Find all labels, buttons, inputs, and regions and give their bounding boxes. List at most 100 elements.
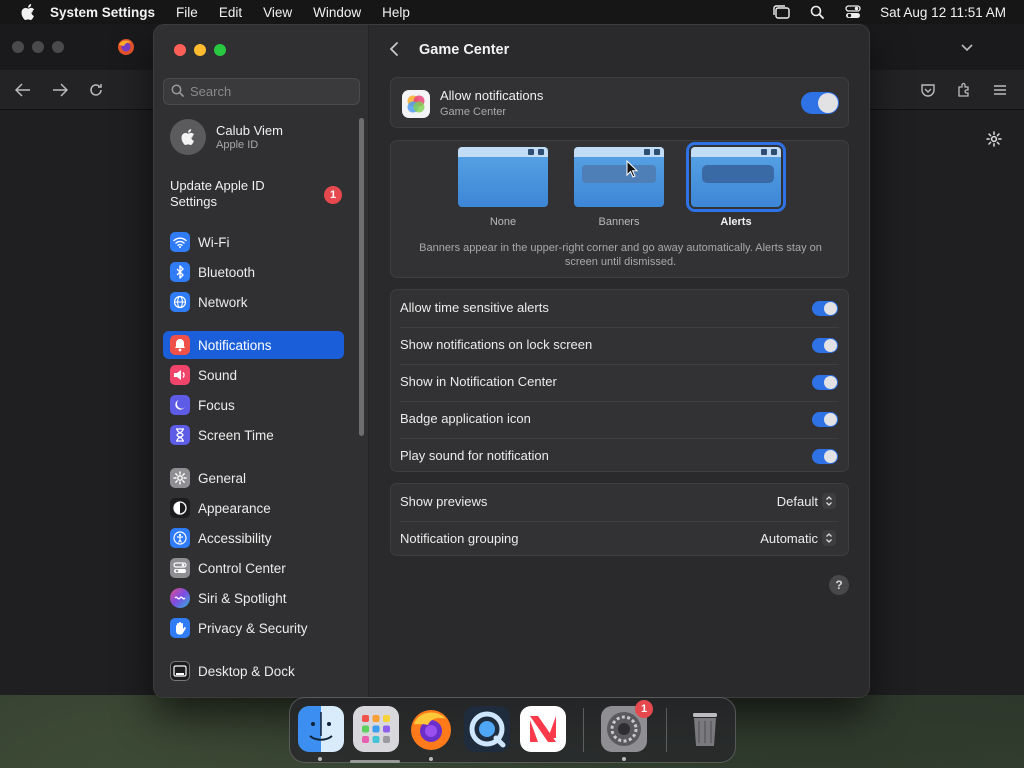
dock-running-indicator — [318, 757, 322, 761]
show-previews-value: Default — [776, 493, 818, 509]
toggle-row-time-sensitive: Allow time sensitive alerts — [391, 290, 848, 327]
style-banners-preview — [574, 147, 664, 207]
alert-style-card: None Banners Alerts Banners appear in th… — [390, 140, 849, 278]
style-none-preview — [458, 147, 548, 207]
sidebar-item-accessibility[interactable]: Accessibility — [163, 524, 344, 552]
alert-style-banners[interactable]: Banners — [573, 147, 665, 228]
sidebar-item-label: Privacy & Security — [198, 620, 308, 636]
gear-icon — [170, 468, 190, 488]
dock-firefox-icon[interactable] — [408, 706, 454, 752]
gear-icon[interactable] — [986, 131, 1002, 150]
wifi-icon — [170, 232, 190, 252]
sidebar-item-bluetooth[interactable]: Bluetooth — [163, 258, 344, 286]
close-window-button[interactable] — [174, 44, 186, 56]
dock-quicktime-icon[interactable] — [464, 706, 510, 752]
notification-grouping-label: Notification grouping — [400, 531, 519, 546]
avatar — [170, 119, 206, 155]
forward-arrow-icon[interactable] — [51, 81, 69, 99]
spotlight-search-icon[interactable] — [806, 4, 828, 20]
dock-running-indicator — [622, 757, 626, 761]
back-arrow-icon[interactable] — [14, 81, 32, 99]
moon-icon — [170, 395, 190, 415]
allow-notifications-toggle[interactable] — [801, 92, 839, 114]
notification-center-toggle[interactable] — [812, 375, 838, 390]
siri-icon — [170, 588, 190, 608]
dock-icon — [170, 661, 190, 681]
page-title: Game Center — [419, 42, 510, 58]
sidebar-item-label: Accessibility — [198, 530, 272, 546]
dock-system-settings-icon[interactable]: 1 — [601, 700, 653, 752]
preview-grouping-card: Show previews Default Notification group… — [390, 483, 849, 556]
dock-trash-icon[interactable] — [682, 706, 728, 752]
style-alerts-label: Alerts — [720, 216, 752, 228]
show-previews-popup[interactable]: Default — [777, 493, 836, 509]
menu-view[interactable]: View — [263, 5, 292, 20]
sidebar-item-network[interactable]: Network — [163, 288, 344, 316]
menu-clock[interactable]: Sat Aug 12 11:51 AM — [880, 5, 1006, 20]
sidebar-item-screen-time[interactable]: Screen Time — [163, 421, 344, 449]
sidebar-item-general[interactable]: General — [163, 464, 344, 492]
browser-traffic-lights — [12, 41, 64, 53]
dock-settings-badge: 1 — [635, 700, 653, 718]
chevron-down-icon[interactable] — [960, 40, 974, 55]
banner-preview-strip — [582, 165, 656, 183]
menu-help[interactable]: Help — [382, 5, 410, 20]
control-center-icon[interactable] — [842, 4, 864, 20]
select-row-grouping: Notification grouping Automatic — [391, 521, 848, 558]
dock-launchpad-icon[interactable] — [353, 706, 399, 752]
accessibility-icon — [170, 528, 190, 548]
notification-options-card: Allow time sensitive alerts Show notific… — [390, 289, 849, 472]
bell-icon — [170, 335, 190, 355]
time-sensitive-toggle[interactable] — [812, 301, 838, 316]
lock-screen-toggle[interactable] — [812, 338, 838, 353]
update-apple-id-row[interactable]: Update Apple ID Settings 1 — [170, 178, 342, 210]
minimize-window-button[interactable] — [194, 44, 206, 56]
bluetooth-icon — [170, 262, 190, 282]
dock-finder-icon[interactable] — [298, 706, 344, 752]
search-field[interactable] — [163, 78, 360, 105]
firefox-tab-icon[interactable] — [117, 38, 135, 56]
style-none-label: None — [489, 216, 517, 228]
notification-grouping-popup[interactable]: Automatic — [760, 530, 836, 546]
apple-menu-icon[interactable] — [16, 4, 40, 20]
stage-manager-icon[interactable] — [770, 4, 792, 20]
menu-file[interactable]: File — [176, 5, 198, 20]
zoom-window-button[interactable] — [214, 44, 226, 56]
play-sound-toggle[interactable] — [812, 449, 838, 464]
reload-icon[interactable] — [87, 81, 105, 99]
sidebar-item-privacy-security[interactable]: Privacy & Security — [163, 614, 344, 642]
alert-style-none[interactable]: None — [457, 147, 549, 228]
game-center-app-icon — [402, 90, 430, 118]
toggle-row-lock-screen: Show notifications on lock screen — [391, 327, 848, 364]
sidebar-scrollbar[interactable] — [359, 118, 364, 436]
sidebar-item-control-center[interactable]: Control Center — [163, 554, 344, 582]
apple-id-row[interactable]: Calub Viem Apple ID — [170, 119, 283, 155]
menu-window[interactable]: Window — [313, 5, 361, 20]
sidebar-item-desktop-dock[interactable]: Desktop & Dock — [163, 657, 344, 685]
sidebar-item-siri-spotlight[interactable]: Siri & Spotlight — [163, 584, 344, 612]
menu-app-name[interactable]: System Settings — [50, 5, 155, 20]
extensions-icon[interactable] — [954, 80, 974, 100]
hamburger-menu-icon[interactable] — [990, 80, 1010, 100]
sidebar-item-notifications[interactable]: Notifications — [163, 331, 344, 359]
sidebar-item-appearance[interactable]: Appearance — [163, 494, 344, 522]
sidebar-item-focus[interactable]: Focus — [163, 391, 344, 419]
sidebar-item-label: Appearance — [198, 500, 271, 516]
badge-icon-toggle[interactable] — [812, 412, 838, 427]
search-icon — [171, 84, 184, 100]
dock-scroll-indicator — [350, 760, 400, 763]
toggle-row-label: Play sound for notification — [400, 448, 549, 463]
pocket-icon[interactable] — [918, 80, 938, 100]
menu-edit[interactable]: Edit — [219, 5, 242, 20]
updown-chevron-icon — [822, 493, 836, 509]
sidebar-item-wifi[interactable]: Wi-Fi — [163, 228, 344, 256]
back-chevron-icon[interactable] — [388, 41, 400, 60]
alert-style-alerts[interactable]: Alerts — [686, 142, 786, 228]
dock-news-icon[interactable] — [520, 706, 566, 752]
dock: 1 — [289, 697, 736, 763]
toggle-row-notification-center: Show in Notification Center — [391, 364, 848, 401]
hand-icon — [170, 618, 190, 638]
sidebar-item-sound[interactable]: Sound — [163, 361, 344, 389]
help-button[interactable]: ? — [829, 575, 849, 595]
search-input[interactable] — [190, 84, 350, 99]
